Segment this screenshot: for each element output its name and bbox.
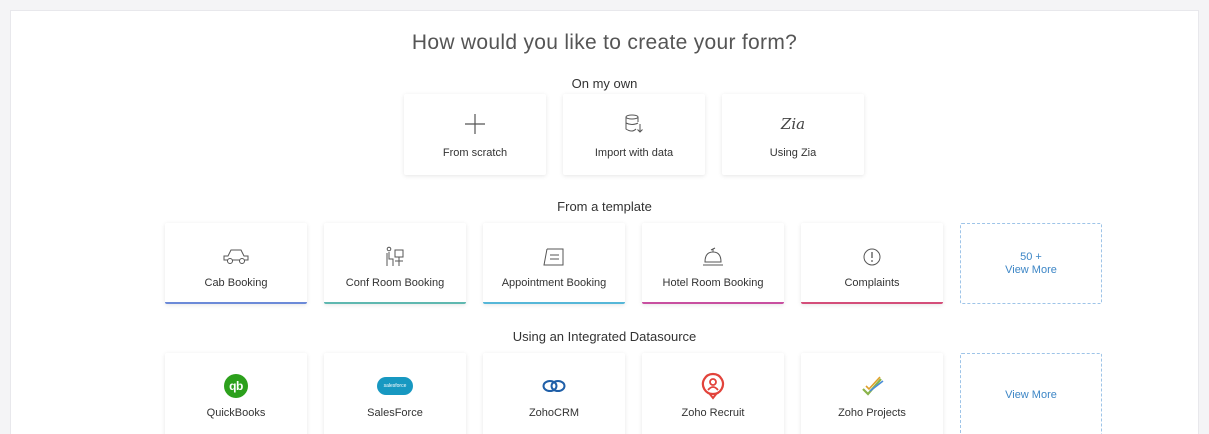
zoho-projects-icon (859, 373, 885, 399)
salesforce-logo-text: salesforce (383, 383, 407, 389)
alert-circle-icon (862, 244, 882, 270)
templates-view-more-label: View More (1005, 263, 1057, 276)
zoho-recruit-icon (700, 372, 726, 400)
quickbooks-icon: qb (224, 373, 248, 399)
zia-icon: Zia (781, 111, 805, 137)
zohocrm-label: ZohoCRM (528, 407, 580, 419)
chair-icon (384, 244, 406, 270)
import-with-data-card[interactable]: Import with data (563, 94, 705, 175)
from-scratch-label: From scratch (442, 147, 508, 159)
appointment-booking-card[interactable]: Appointment Booking (483, 223, 625, 304)
section-title-own: On my own (571, 76, 638, 91)
from-scratch-card[interactable]: From scratch (404, 94, 546, 175)
salesforce-icon: salesforce (377, 373, 413, 399)
create-form-panel: How would you like to create your form? … (10, 10, 1199, 434)
zoho-recruit-card[interactable]: Zoho Recruit (642, 353, 784, 434)
zoho-projects-card[interactable]: Zoho Projects (801, 353, 943, 434)
complaints-label: Complaints (844, 277, 900, 289)
quickbooks-label: QuickBooks (206, 407, 266, 419)
plus-icon (463, 111, 487, 137)
calendar-icon (541, 244, 567, 270)
template-row: Cab Booking Conf Room Booking Appointmen… (165, 223, 1102, 304)
car-icon (222, 244, 250, 270)
section-title-template: From a template (557, 199, 652, 214)
complaints-card[interactable]: Complaints (801, 223, 943, 304)
zia-icon-text: Zia (780, 115, 806, 133)
own-options-row: From scratch Import with data Zia Using … (404, 94, 864, 175)
appointment-booking-label: Appointment Booking (501, 277, 607, 289)
cab-booking-label: Cab Booking (204, 277, 268, 289)
quickbooks-logo-text: qb (229, 379, 243, 393)
datasources-view-more-label: View More (1005, 389, 1057, 401)
using-zia-label: Using Zia (769, 147, 817, 159)
hotel-room-booking-label: Hotel Room Booking (662, 277, 764, 289)
import-with-data-label: Import with data (594, 147, 674, 159)
hotel-room-booking-card[interactable]: Hotel Room Booking (642, 223, 784, 304)
service-bell-icon (701, 244, 725, 270)
page-title: How would you like to create your form? (411, 31, 798, 54)
datasource-row: qb QuickBooks salesforce SalesForce Zoho… (165, 353, 1102, 434)
zohocrm-card[interactable]: ZohoCRM (483, 353, 625, 434)
zohocrm-icon (541, 373, 567, 399)
conf-room-booking-card[interactable]: Conf Room Booking (324, 223, 466, 304)
zoho-recruit-label: Zoho Recruit (681, 407, 745, 419)
section-title-datasource: Using an Integrated Datasource (512, 329, 697, 344)
quickbooks-card[interactable]: qb QuickBooks (165, 353, 307, 434)
zoho-projects-label: Zoho Projects (838, 407, 906, 419)
salesforce-label: SalesForce (367, 407, 423, 419)
templates-view-more-button[interactable]: 50 + View More (960, 223, 1102, 304)
conf-room-booking-label: Conf Room Booking (345, 277, 445, 289)
templates-count: 50 + (1020, 250, 1042, 263)
database-import-icon (623, 111, 645, 137)
using-zia-card[interactable]: Zia Using Zia (722, 94, 864, 175)
cab-booking-card[interactable]: Cab Booking (165, 223, 307, 304)
datasources-view-more-button[interactable]: View More (960, 353, 1102, 434)
salesforce-card[interactable]: salesforce SalesForce (324, 353, 466, 434)
